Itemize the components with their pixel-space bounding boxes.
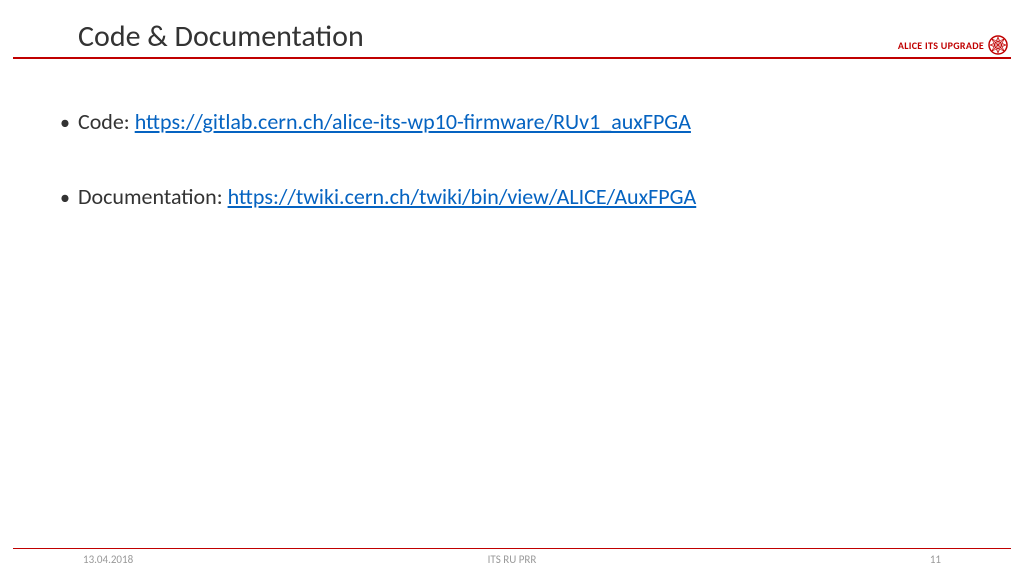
- item-label: Documentation:: [78, 183, 223, 210]
- footer-divider: [13, 548, 1011, 549]
- alice-icon: [988, 35, 1008, 55]
- code-link[interactable]: https://gitlab.cern.ch/alice-its-wp10-fi…: [135, 108, 691, 135]
- footer-title: ITS RU PRR: [488, 553, 537, 566]
- slide-title: Code & Documentation: [78, 18, 1024, 55]
- slide-footer: 13.04.2018 ITS RU PRR 11: [13, 548, 1011, 566]
- brand-logo: ALICE ITS UPGRADE: [898, 35, 1008, 55]
- slide-header: Code & Documentation ALICE ITS UPGRADE: [0, 0, 1024, 55]
- header-divider: [13, 57, 1011, 59]
- bullet-icon: •: [60, 186, 70, 210]
- brand-text: ALICE ITS UPGRADE: [898, 39, 984, 52]
- footer-content: 13.04.2018 ITS RU PRR 11: [13, 553, 1011, 566]
- page-number: 11: [930, 553, 941, 566]
- footer-date: 13.04.2018: [83, 553, 133, 566]
- list-item: • Documentation: https://twiki.cern.ch/t…: [60, 183, 1024, 210]
- documentation-link[interactable]: https://twiki.cern.ch/twiki/bin/view/ALI…: [228, 183, 697, 210]
- bullet-icon: •: [60, 111, 70, 135]
- slide-content: • Code: https://gitlab.cern.ch/alice-its…: [0, 63, 1024, 210]
- list-item: • Code: https://gitlab.cern.ch/alice-its…: [60, 108, 1024, 135]
- item-label: Code:: [78, 108, 130, 135]
